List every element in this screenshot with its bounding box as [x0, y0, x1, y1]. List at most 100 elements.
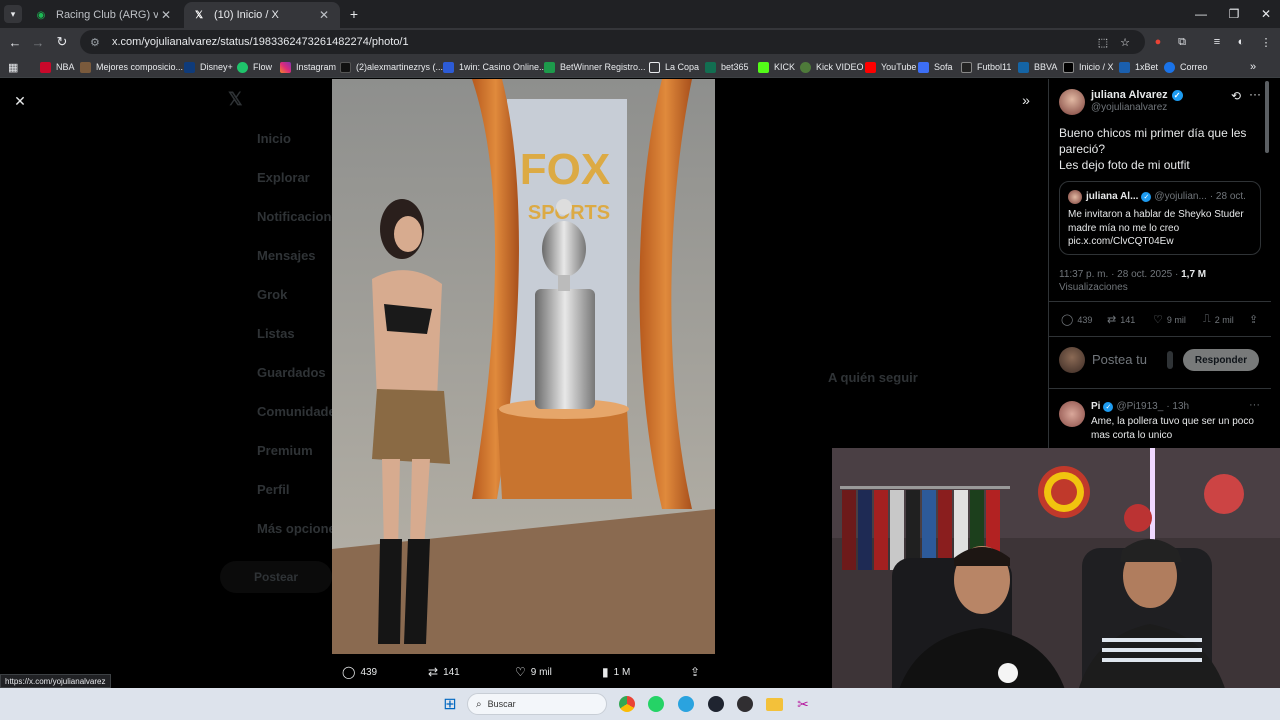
- tab-search-button[interactable]: ▾: [4, 5, 22, 23]
- reply-text: Ame, la pollera tuvo que ser un poco mas…: [1091, 416, 1254, 441]
- bookmark-button[interactable]: ⎍ 2 mil: [1203, 313, 1234, 326]
- tweet-photo[interactable]: FOX SPORTS: [332, 79, 715, 654]
- profile-avatar-icon[interactable]: ◐: [1233, 34, 1249, 50]
- views-chart-icon: ▮: [602, 665, 609, 679]
- quoted-tweet[interactable]: juliana Al... ✓ @yojulian... · 28 oct. M…: [1059, 181, 1261, 255]
- ghost-x-logo-icon: 𝕏: [228, 89, 243, 109]
- emoji-icon[interactable]: [1167, 351, 1173, 369]
- media-controls-icon[interactable]: ≡: [1209, 34, 1225, 50]
- site-info-icon[interactable]: ⚙: [90, 36, 104, 49]
- tweet-text: Bueno chicos mi primer día que les parec…: [1059, 125, 1259, 173]
- app-dots-icon[interactable]: [706, 694, 726, 714]
- views-count: 1 M: [613, 666, 631, 678]
- bookmark-betwinner[interactable]: BetWinner Registro...: [544, 59, 646, 75]
- reply-author-handle[interactable]: @Pi1913_: [1116, 401, 1163, 412]
- tab-close-icon[interactable]: ✕: [158, 8, 174, 22]
- bookmark-kick-video[interactable]: Kick VIDEO: [800, 59, 864, 75]
- photo-like-button[interactable]: ♡ 9 mil: [515, 665, 552, 679]
- close-viewer-icon[interactable]: ✕: [12, 93, 28, 109]
- bookmark-mejores[interactable]: Mejores composicio...: [80, 59, 183, 75]
- bookmark-label: Futbol11: [977, 62, 1012, 72]
- bookmark-flow[interactable]: Flow: [237, 59, 272, 75]
- repost-button[interactable]: ⇄ 141: [1107, 313, 1135, 326]
- photo-reply-button[interactable]: ◯ 439: [342, 665, 377, 679]
- reply-header: Pi ✓ @Pi1913_ · 13h: [1091, 401, 1189, 412]
- photo-share-button[interactable]: ⇪: [690, 665, 700, 679]
- bookmark-kick[interactable]: KICK: [758, 59, 795, 75]
- author-name[interactable]: juliana Alvarez ✓: [1091, 89, 1183, 101]
- reply-author-name[interactable]: Pi: [1091, 401, 1100, 412]
- snipping-tool-icon[interactable]: ✂: [793, 694, 813, 714]
- photo-repost-button[interactable]: ⇄ 141: [428, 665, 460, 679]
- forward-button[interactable]: →: [28, 32, 48, 52]
- flow-icon: [237, 61, 248, 73]
- bookmark-bbva[interactable]: BBVA: [1018, 59, 1057, 75]
- browser-toolbar: ← → ↻ ⚙ x.com/yojulianalvarez/status/198…: [0, 28, 1280, 56]
- reply-icon: ◯: [1061, 314, 1074, 326]
- photo-views-button[interactable]: ▮ 1 M: [602, 665, 630, 679]
- photo-illustration: FOX SPORTS: [332, 79, 715, 654]
- chrome-icon[interactable]: [617, 694, 637, 714]
- bookmark-disney[interactable]: Disney+: [184, 59, 233, 75]
- address-bar[interactable]: ⚙ x.com/yojulianalvarez/status/198336247…: [80, 30, 1145, 54]
- repost-count: 141: [443, 666, 460, 678]
- ghost-who-to-follow: A quién seguir: [828, 370, 918, 385]
- reload-button[interactable]: ↻: [52, 32, 72, 52]
- bookmark-instagram[interactable]: Instagram: [280, 59, 336, 75]
- bookmark-star-icon[interactable]: ☆: [1117, 34, 1133, 50]
- more-options-icon[interactable]: ···: [1249, 87, 1261, 101]
- new-tab-button[interactable]: +: [346, 5, 362, 23]
- reply-more-icon[interactable]: ···: [1249, 399, 1260, 411]
- share-button[interactable]: ⇪: [1249, 313, 1258, 326]
- close-window-button[interactable]: ✕: [1246, 0, 1280, 28]
- bookmark-1xbet[interactable]: 1xBet: [1119, 59, 1158, 75]
- bookmark-correo[interactable]: Correo: [1164, 59, 1208, 75]
- ghost-sidebar-bookmarks: Guardados: [257, 365, 326, 380]
- ghost-sidebar-communities: Comunidades: [257, 404, 343, 419]
- apps-grid-icon[interactable]: ▦: [8, 59, 18, 75]
- bookmark-futbol11[interactable]: Futbol11: [961, 59, 1011, 75]
- collapse-panel-icon[interactable]: »: [1018, 92, 1034, 108]
- bookmark-folder-la-copa[interactable]: La Copa: [649, 59, 699, 75]
- install-app-icon[interactable]: ⬚: [1095, 34, 1111, 50]
- author-avatar[interactable]: [1059, 89, 1085, 115]
- tweet-text-line: Bueno chicos mi primer día que les parec…: [1059, 126, 1247, 156]
- quote-avatar: [1068, 190, 1082, 204]
- kick-video-icon: [800, 61, 811, 73]
- reply-input[interactable]: Postea tu: [1092, 352, 1147, 367]
- bookmark-youtube[interactable]: YouTube: [865, 59, 916, 75]
- tab-racing-flamengo[interactable]: ◉ Racing Club (ARG) vs. Flamengo ✕: [26, 2, 182, 28]
- obs-icon[interactable]: [735, 694, 755, 714]
- panel-scrollbar[interactable]: [1265, 81, 1269, 153]
- reply-button[interactable]: ◯ 439: [1061, 313, 1092, 326]
- ghost-sidebar-explore: Explorar: [257, 170, 310, 185]
- author-handle[interactable]: @yojulianalvarez: [1091, 102, 1167, 113]
- whatsapp-icon[interactable]: [646, 694, 666, 714]
- telegram-icon[interactable]: [676, 694, 696, 714]
- bookmark-nba[interactable]: NBA: [40, 59, 75, 75]
- taskbar-search[interactable]: ⌕ Buscar: [467, 693, 607, 715]
- heart-icon: ♡: [1153, 314, 1163, 326]
- tweet-timestamp[interactable]: 11:37 p. m. · 28 oct. 2025 ·: [1059, 269, 1178, 280]
- grok-icon[interactable]: ⟲: [1231, 89, 1241, 103]
- bookmark-label: NBA: [56, 62, 75, 72]
- reply-tweet[interactable]: Pi ✓ @Pi1913_ · 13h ··· Ame, la pollera …: [1059, 399, 1264, 449]
- bookmark-bet365[interactable]: bet365: [705, 59, 749, 75]
- windows-start-icon[interactable]: ⊞: [440, 694, 460, 714]
- bookmark-inicio-x[interactable]: Inicio / X: [1063, 59, 1114, 75]
- extensions-icon[interactable]: ⧉: [1174, 34, 1190, 50]
- file-explorer-icon[interactable]: [764, 694, 784, 714]
- tab-inicio-x[interactable]: 𝕏 (10) Inicio / X ✕: [184, 2, 340, 28]
- reply-submit-button[interactable]: Responder: [1183, 349, 1259, 371]
- tab-close-icon[interactable]: ✕: [316, 8, 332, 22]
- menu-kebab-icon[interactable]: ⋮: [1258, 34, 1274, 50]
- back-button[interactable]: ←: [5, 32, 25, 52]
- bookmark-1win[interactable]: 1win: Casino Online...: [443, 59, 547, 75]
- bookmark-sofa[interactable]: Sofa: [918, 59, 953, 75]
- like-button[interactable]: ♡ 9 mil: [1153, 313, 1186, 326]
- reply-author-avatar[interactable]: [1059, 401, 1085, 427]
- taskbar-search-placeholder: Buscar: [487, 699, 516, 709]
- extension-red-icon[interactable]: ●: [1150, 34, 1166, 50]
- more-bookmarks-icon[interactable]: »: [1250, 59, 1256, 75]
- bookmark-tiktok[interactable]: (2)alexmartinezrys (...: [340, 59, 443, 75]
